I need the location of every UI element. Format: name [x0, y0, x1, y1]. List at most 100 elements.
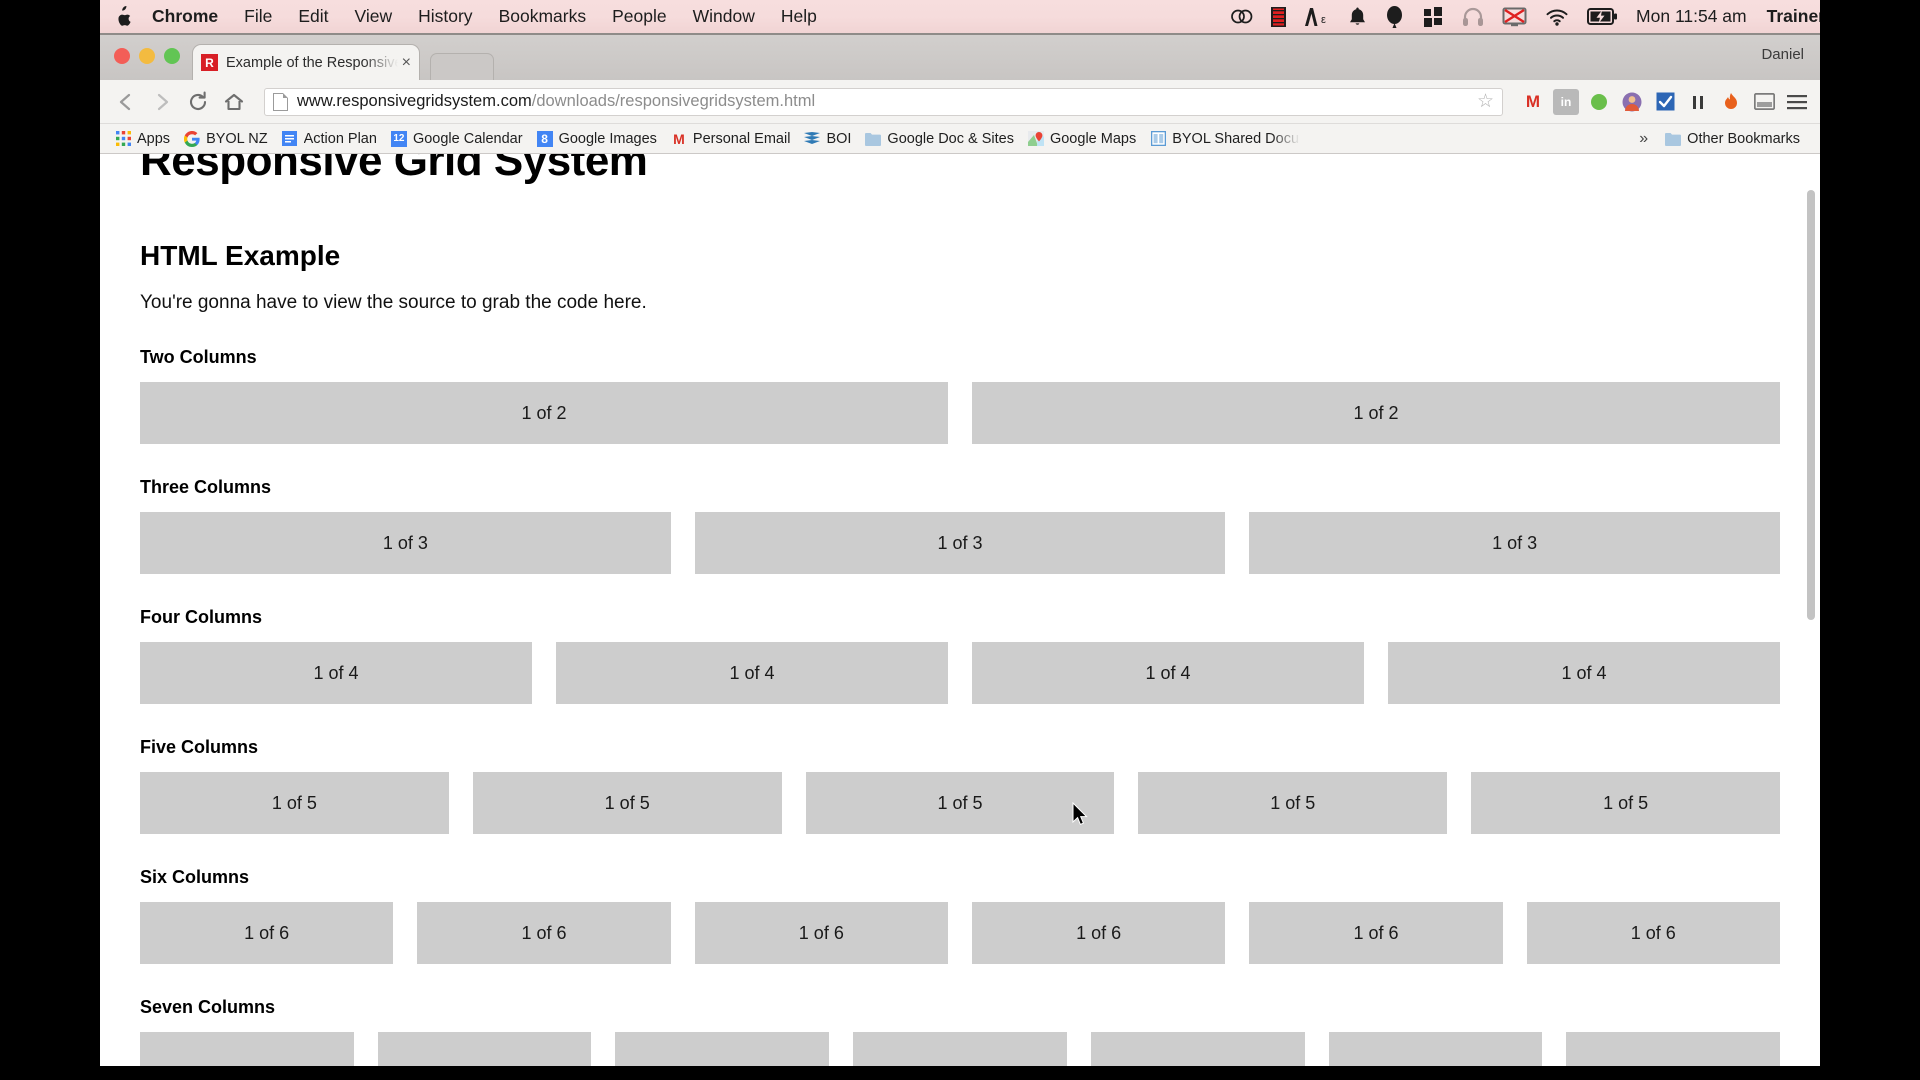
headphones-icon[interactable] [1462, 5, 1484, 29]
menu-bar-clock[interactable]: Mon 11:54 am [1636, 6, 1747, 27]
window-columns-icon [1150, 131, 1166, 147]
window-extension-icon[interactable] [1751, 89, 1777, 115]
bars-extension-icon[interactable] [1685, 89, 1711, 115]
menu-bar-user[interactable]: Trainer [1767, 6, 1825, 27]
menu-item-edit[interactable]: Edit [285, 0, 341, 33]
bookmark-google-calendar[interactable]: 12 Google Calendar [384, 127, 530, 151]
bookmark-label: Action Plan [303, 130, 377, 147]
battery-charging-icon[interactable] [1587, 5, 1618, 29]
four-squares-icon[interactable] [1422, 5, 1444, 29]
display-disconnected-icon[interactable] [1502, 5, 1527, 29]
forward-icon[interactable] [146, 86, 178, 118]
balloon-icon[interactable] [1385, 5, 1404, 29]
evernote-extension-icon[interactable] [1586, 89, 1612, 115]
reload-icon[interactable] [182, 86, 214, 118]
menu-item-view[interactable]: View [341, 0, 405, 33]
back-icon[interactable] [110, 86, 142, 118]
bookmark-google-doc-sites[interactable]: Google Doc & Sites [858, 127, 1021, 151]
menu-item-people[interactable]: People [599, 0, 680, 33]
grid-cell [1566, 1032, 1781, 1066]
browser-tab-active[interactable]: R Example of the Responsive G × [192, 44, 420, 80]
apple-logo-icon[interactable] [114, 6, 132, 27]
grid-cell: 1 of 4 [140, 642, 532, 704]
grid-row-seven-columns [140, 1032, 1781, 1066]
grid-cell [1090, 1032, 1305, 1066]
bookmark-other-bookmarks[interactable]: Other Bookmarks [1658, 127, 1812, 151]
maximize-window-button[interactable] [164, 48, 180, 64]
bookmark-label: Personal Email [692, 130, 791, 147]
chrome-browser-window: R Example of the Responsive G × Daniel [100, 33, 1820, 1066]
tab-strip: R Example of the Responsive G × Daniel [100, 33, 1820, 80]
apps-grid-icon [115, 131, 131, 147]
bookmark-byol-shared-documents[interactable]: BYOL Shared Docum [1143, 127, 1307, 151]
grid-cell [1328, 1032, 1543, 1066]
svg-text:ε: ε [1321, 14, 1326, 26]
google-docs-icon [282, 131, 298, 147]
grid-cell: 1 of 6 [1526, 902, 1780, 964]
row-heading-seven-columns: Seven Columns [140, 997, 276, 1017]
bookmark-personal-email[interactable]: M Personal Email [664, 127, 798, 151]
menu-item-history[interactable]: History [405, 0, 485, 33]
scrollbar-thumb[interactable] [1807, 190, 1815, 620]
new-tab-button[interactable] [430, 53, 494, 80]
close-window-button[interactable] [114, 48, 130, 64]
menu-item-file[interactable]: File [231, 0, 285, 33]
grid-cell: 1 of 3 [140, 512, 671, 574]
grid-cell: 1 of 4 [556, 642, 948, 704]
grid-cell: 1 of 5 [1471, 772, 1780, 834]
bell-icon[interactable] [1348, 5, 1367, 29]
grid-row-four-columns: 1 of 4 1 of 4 1 of 4 1 of 4 [140, 642, 1780, 704]
grid-cell: 1 of 5 [140, 772, 449, 834]
bottom-black-bar [0, 1066, 1920, 1080]
bookmarks-overflow-icon[interactable]: » [1629, 130, 1658, 148]
section-text: You're gonna have to view the source to … [140, 292, 647, 313]
google-g-icon [184, 130, 200, 147]
gmail-extension-icon[interactable]: M [1520, 89, 1546, 115]
home-icon[interactable] [218, 86, 250, 118]
bookmark-star-icon[interactable]: ☆ [1477, 90, 1494, 113]
grid-cell [140, 1032, 354, 1066]
row-heading-six-columns: Six Columns [140, 867, 250, 887]
bookmark-apps[interactable]: Apps [108, 127, 177, 151]
menu-item-help[interactable]: Help [768, 0, 830, 33]
macos-menu-bar: Chrome File Edit View History Bookmarks … [100, 0, 1920, 33]
avatar-extension-icon[interactable] [1619, 89, 1645, 115]
flame-extension-icon[interactable] [1718, 89, 1744, 115]
menu-item-bookmarks[interactable]: Bookmarks [486, 0, 600, 33]
page-scrollbar[interactable] [1805, 154, 1818, 1066]
bookmark-label: BYOL Shared Docum [1172, 130, 1301, 147]
grid-cell [853, 1032, 1067, 1066]
folder-icon [1665, 131, 1682, 147]
bookmark-action-plan[interactable]: Action Plan [275, 127, 384, 151]
grid-cell: 1 of 6 [694, 902, 948, 964]
menu-item-chrome[interactable]: Chrome [152, 0, 231, 33]
minimize-window-button[interactable] [139, 48, 155, 64]
page-info-icon[interactable] [273, 92, 288, 111]
grid-cell: 1 of 4 [972, 642, 1364, 704]
page-viewport: Responsive Grid System HTML Example You'… [100, 154, 1820, 1066]
bookmark-label: Google Calendar [412, 130, 523, 147]
checkbox-extension-icon[interactable] [1652, 89, 1678, 115]
grid-cell: 1 of 6 [140, 902, 394, 964]
bookmark-label: BYOL NZ [206, 130, 268, 147]
boi-wave-icon [804, 131, 821, 147]
linkedin-extension-icon[interactable]: in [1553, 88, 1579, 115]
page-title: Responsive Grid System [140, 154, 648, 185]
right-black-bar [1820, 0, 1920, 1080]
profile-name[interactable]: Daniel [1761, 46, 1804, 63]
bookmark-google-images[interactable]: 8 Google Images [530, 127, 664, 151]
menu-item-window[interactable]: Window [680, 0, 768, 33]
bookmark-label: BOI [826, 130, 852, 147]
row-heading-four-columns: Four Columns [140, 607, 262, 627]
bookmark-boi[interactable]: BOI [797, 127, 858, 151]
address-bar[interactable]: www.responsivegridsystem.com /downloads/… [264, 87, 1503, 116]
film-strip-icon[interactable] [1271, 5, 1287, 29]
bookmark-byol-nz[interactable]: BYOL NZ [177, 127, 275, 151]
adobe-app-icon[interactable]: ε [1304, 5, 1330, 29]
chrome-menu-icon[interactable] [1784, 89, 1810, 115]
creative-cloud-icon[interactable] [1231, 5, 1253, 29]
wifi-icon[interactable] [1545, 5, 1569, 29]
close-icon[interactable]: × [402, 54, 411, 71]
google-calendar-icon: 12 [390, 130, 407, 147]
bookmark-google-maps[interactable]: Google Maps [1021, 127, 1143, 151]
